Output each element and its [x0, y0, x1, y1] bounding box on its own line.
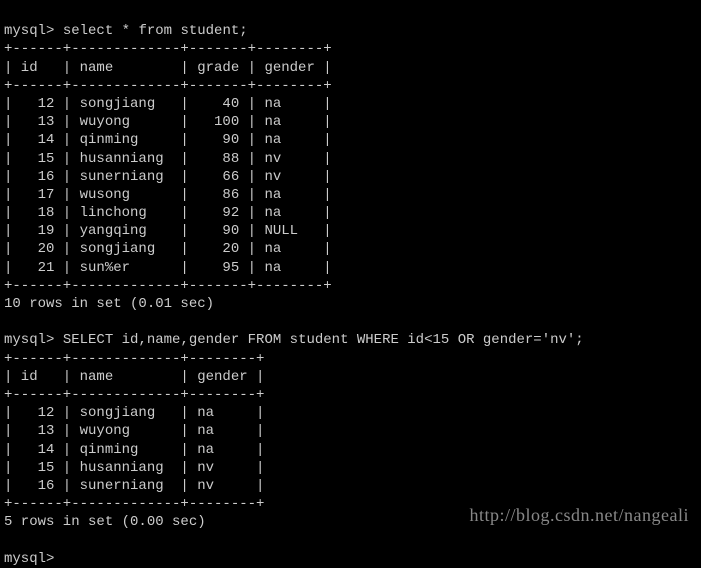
watermark-text: http://blog.csdn.net/nangeali	[470, 504, 689, 527]
table2-border-mid: +------+-------------+--------+	[4, 387, 264, 403]
table1-border-bot: +------+-------------+-------+--------+	[4, 278, 332, 294]
sql-query-2: SELECT id,name,gender FROM student WHERE…	[63, 332, 584, 348]
terminal-output: mysql> select * from student; +------+--…	[4, 4, 697, 568]
table1-border-top: +------+-------------+-------+--------+	[4, 41, 332, 57]
table1-row: | 16 | sunerniang | 66 | nv |	[4, 169, 332, 185]
mysql-prompt: mysql>	[4, 23, 54, 39]
table1-row: | 19 | yangqing | 90 | NULL |	[4, 223, 332, 239]
table2-row: | 13 | wuyong | na |	[4, 423, 264, 439]
table1-row: | 14 | qinming | 90 | na |	[4, 132, 332, 148]
table2-row: | 12 | songjiang | na |	[4, 405, 264, 421]
table1-row: | 12 | songjiang | 40 | na |	[4, 96, 332, 112]
table2-border-bot: +------+-------------+--------+	[4, 496, 264, 512]
table1-row: | 20 | songjiang | 20 | na |	[4, 241, 332, 257]
table1-header: | id | name | grade | gender |	[4, 60, 332, 76]
table2-header: | id | name | gender |	[4, 369, 264, 385]
table1-row: | 15 | husanniang | 88 | nv |	[4, 151, 332, 167]
sql-query-1: select * from student;	[63, 23, 248, 39]
query1-status: 10 rows in set (0.01 sec)	[4, 296, 214, 312]
table1-row: | 18 | linchong | 92 | na |	[4, 205, 332, 221]
mysql-prompt-input[interactable]: mysql>	[4, 551, 54, 567]
mysql-prompt: mysql>	[4, 332, 54, 348]
table1-border-mid: +------+-------------+-------+--------+	[4, 78, 332, 94]
query2-status: 5 rows in set (0.00 sec)	[4, 514, 206, 530]
table1-row: | 13 | wuyong | 100 | na |	[4, 114, 332, 130]
table2-row: | 14 | qinming | na |	[4, 442, 264, 458]
table2-row: | 15 | husanniang | nv |	[4, 460, 264, 476]
table2-row: | 16 | sunerniang | nv |	[4, 478, 264, 494]
table1-row: | 21 | sun%er | 95 | na |	[4, 260, 332, 276]
table2-border-top: +------+-------------+--------+	[4, 351, 264, 367]
table1-row: | 17 | wusong | 86 | na |	[4, 187, 332, 203]
